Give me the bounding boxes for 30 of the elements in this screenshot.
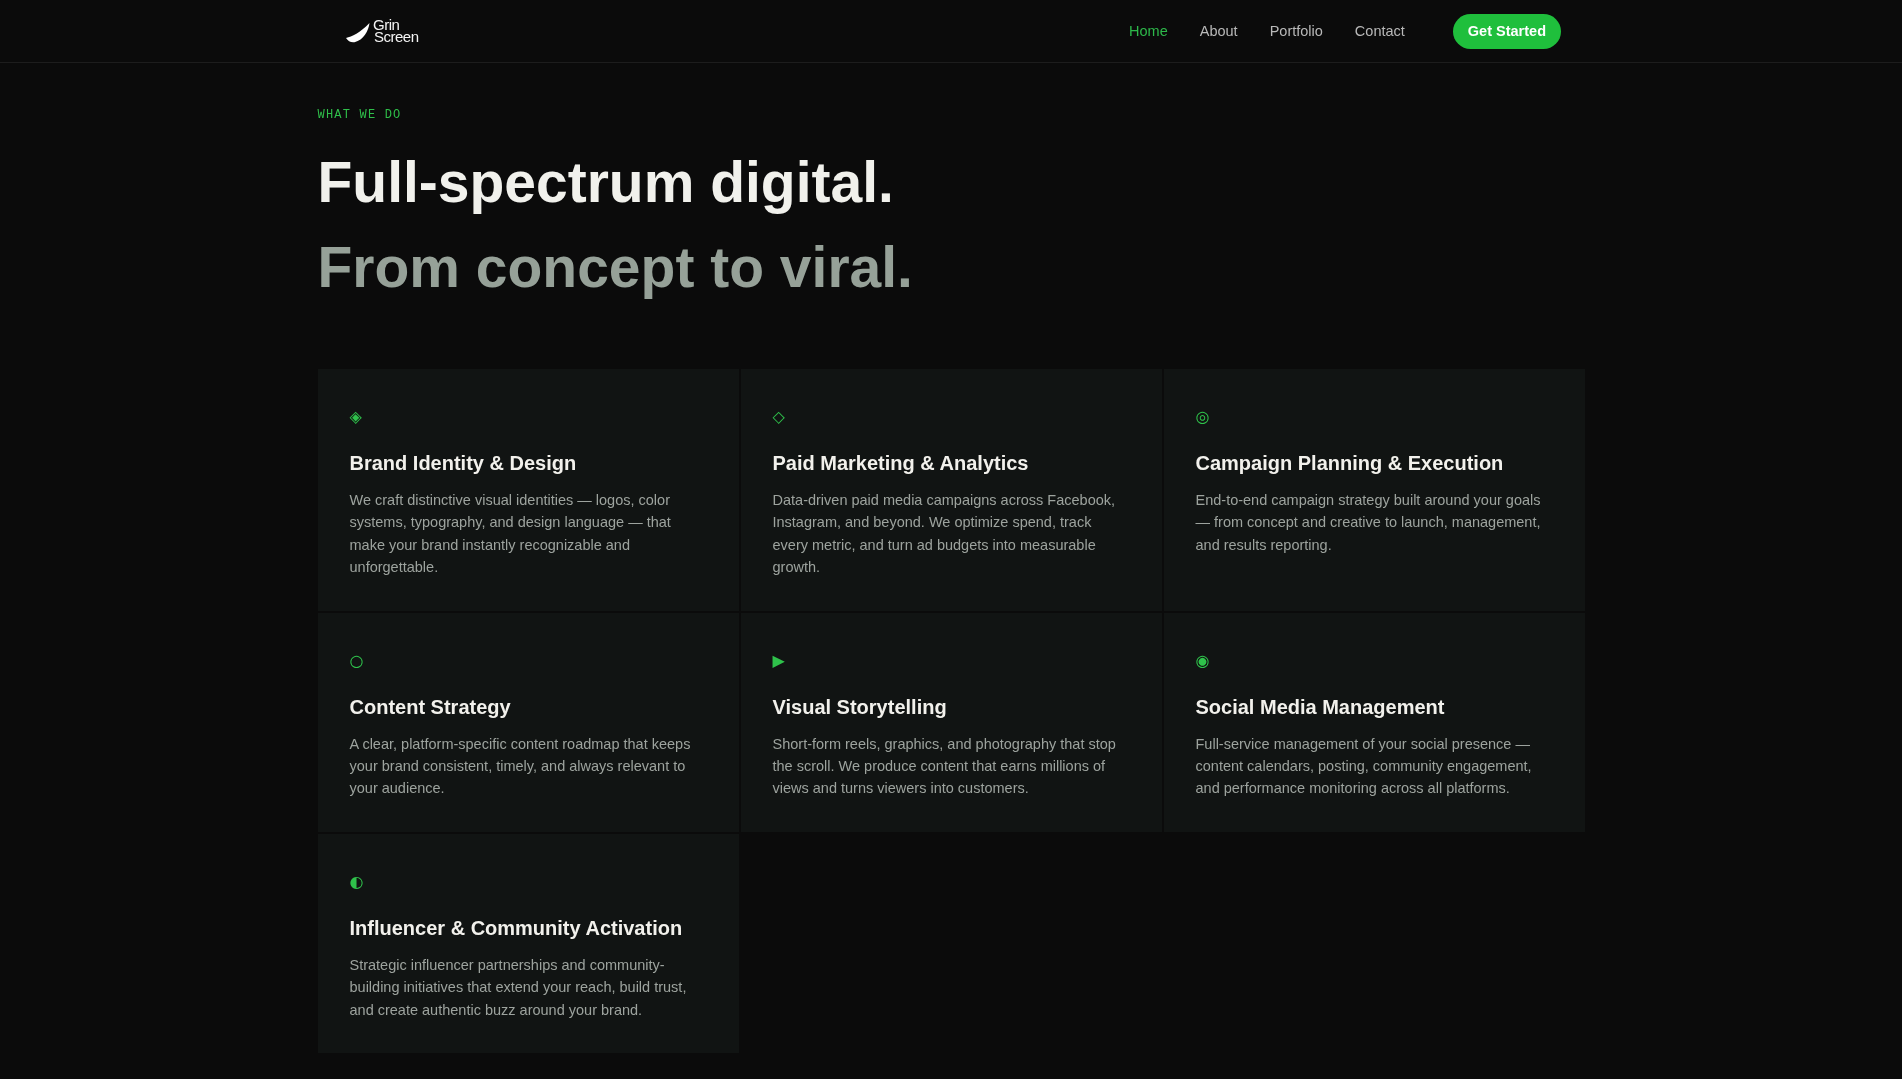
nav-link[interactable]: Portfolio bbox=[1269, 23, 1323, 39]
section-eyebrow: WHAT WE DO bbox=[317, 107, 403, 123]
service-description: Short-form reels, graphics, and photography that stop the scroll. We produce content that earns millions of views and turns viewers into customers. bbox=[772, 734, 1117, 799]
service-description: Full-service management of your social presence — content calendars, posting, community engagement, and performance monitoring across all platforms. bbox=[1195, 734, 1533, 799]
symbol-icon: ◇ bbox=[772, 409, 785, 425]
service-description: Strategic influencer partnerships and community-building initiatives that extend your reach, build trust, and create authentic buzz around your brand. bbox=[349, 955, 688, 1020]
nav-link[interactable]: About bbox=[1199, 23, 1238, 39]
nav-link[interactable]: Home bbox=[1129, 23, 1168, 39]
service-description: A clear, platform-specific content roadmap that keeps your brand consistent, timely, and always relevant to your audience. bbox=[349, 734, 692, 799]
symbol-icon: ○ bbox=[349, 652, 364, 669]
service-description: Data-driven paid media campaigns across Facebook, Instagram, and beyond. We optimize spend, track every metric, and turn ad budgets into measurable growth. bbox=[772, 491, 1117, 578]
service-title: Visual Storytelling bbox=[772, 694, 948, 720]
service-title: Content Strategy bbox=[349, 694, 512, 720]
service-title: Influencer & Community Activation bbox=[349, 915, 684, 941]
service-description: We craft distinctive visual identities — logos, color systems, typography, and design language — that make your brand instantly recognizable and unforgettable. bbox=[349, 491, 672, 578]
swoosh-icon bbox=[346, 23, 370, 43]
section-title: Full-spectrum digital. bbox=[317, 149, 895, 216]
symbol-icon: ◐ bbox=[349, 873, 364, 890]
symbol-icon: ◉ bbox=[1195, 652, 1210, 669]
section-subtitle: From concept to viral. bbox=[317, 234, 914, 301]
service-description: End-to-end campaign strategy built around your goals — from concept and creative to launch, management, and results reporting. bbox=[1195, 491, 1542, 555]
symbol-icon: ◎ bbox=[1195, 409, 1210, 425]
symbol-icon: ◈ bbox=[349, 409, 362, 425]
logo-wordmark: Grin Screen bbox=[373, 19, 419, 43]
nav-link[interactable]: Contact bbox=[1354, 23, 1405, 39]
symbol-icon: ▶ bbox=[772, 652, 785, 669]
service-title: Paid Marketing & Analytics bbox=[772, 451, 1030, 476]
service-title: Social Media Management bbox=[1195, 694, 1446, 720]
service-title: Brand Identity & Design bbox=[349, 451, 578, 476]
service-title: Campaign Planning & Execution bbox=[1195, 451, 1505, 476]
